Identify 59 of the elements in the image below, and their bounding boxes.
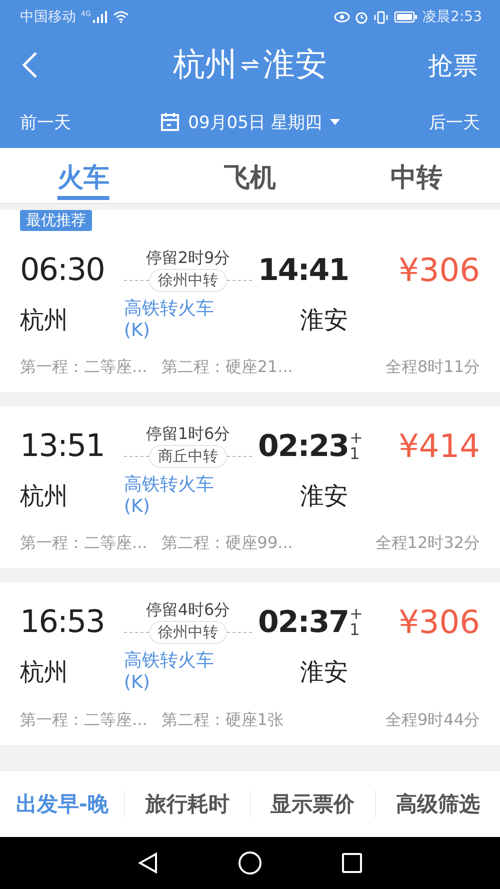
- stopover-time: 停留2时9分: [146, 248, 230, 269]
- destination-city: 淮安: [263, 44, 327, 85]
- transfer-station: 商丘中转: [149, 445, 227, 468]
- price: ¥306: [398, 603, 480, 642]
- recommend-tag: 最优推荐: [20, 210, 92, 231]
- first-leg-seat: 第一程：二等座...: [20, 357, 148, 378]
- tab[interactable]: 飞机: [166, 148, 334, 203]
- arrive-time: 02:37: [258, 604, 348, 640]
- dropdown-icon: [330, 119, 340, 125]
- total-duration: 全程9时44分: [385, 710, 480, 731]
- arrive-time: 02:23: [258, 428, 348, 464]
- total-duration: 全程8时11分: [385, 357, 480, 378]
- train-type: 高铁转火车(K): [124, 474, 215, 518]
- total-duration: 全程12时32分: [375, 533, 480, 554]
- origin-station: 杭州: [20, 480, 69, 512]
- depart-time: 16:53: [20, 604, 106, 640]
- alarm-icon: [354, 10, 368, 24]
- origin-station: 杭州: [20, 304, 69, 336]
- price: ¥414: [398, 427, 480, 466]
- arrive-time: 14:41: [258, 252, 348, 288]
- signal-icon: [92, 11, 108, 23]
- carrier-name: 中国移动: [20, 8, 76, 26]
- sort-option[interactable]: 高级筛选: [374, 790, 500, 818]
- eye-icon: [334, 11, 350, 23]
- sort-option[interactable]: 旅行耗时: [124, 790, 250, 818]
- back-nav-icon[interactable]: [138, 852, 158, 874]
- origin-station: 杭州: [20, 656, 69, 688]
- first-leg-seat: 第一程：二等座...: [20, 533, 148, 554]
- origin-city: 杭州: [173, 44, 237, 85]
- destination-station: 淮安: [300, 656, 348, 688]
- destination-station: 淮安: [300, 480, 348, 512]
- day-offset: +1: [350, 430, 360, 462]
- home-nav-icon[interactable]: [238, 851, 262, 875]
- depart-time: 13:51: [20, 428, 106, 464]
- price: ¥306: [398, 251, 480, 289]
- stopover-time: 停留4时6分: [146, 600, 230, 622]
- battery-icon: [394, 11, 418, 23]
- train-type: 高铁转火车(K): [124, 298, 215, 342]
- sort-option[interactable]: 显示票价: [250, 790, 375, 818]
- vibrate-icon: [372, 10, 389, 24]
- tab[interactable]: 中转: [333, 148, 500, 203]
- second-leg-seat: 第二程：硬座99...: [161, 533, 293, 554]
- transfer-station: 徐州中转: [149, 621, 227, 644]
- back-icon: [22, 51, 38, 79]
- transfer-station: 徐州中转: [149, 269, 227, 292]
- swap-icon: [241, 58, 259, 72]
- stopover-time: 停留1时6分: [146, 424, 230, 446]
- clock-time: 凌晨2:53: [422, 8, 482, 26]
- calendar-icon: [160, 112, 180, 132]
- depart-time: 06:30: [20, 252, 106, 288]
- first-leg-seat: 第一程：二等座...: [20, 710, 148, 731]
- route-card[interactable]: 最优推荐 06:30 停留2时9分 徐州中转 14:41 ¥306 杭州 高铁转火车(K) 淮安 第一程：二等座... 第二程：硬座21... 全程8时11分: [0, 210, 500, 392]
- destination-station: 淮安: [300, 304, 348, 336]
- recents-nav-icon[interactable]: [342, 853, 362, 873]
- wifi-icon: [112, 11, 129, 23]
- train-type: 高铁转火车(K): [124, 650, 215, 694]
- day-offset: +1: [350, 606, 360, 638]
- second-leg-seat: 第二程：硬座21...: [161, 357, 293, 378]
- second-leg-seat: 第二程：硬座1张: [161, 710, 284, 731]
